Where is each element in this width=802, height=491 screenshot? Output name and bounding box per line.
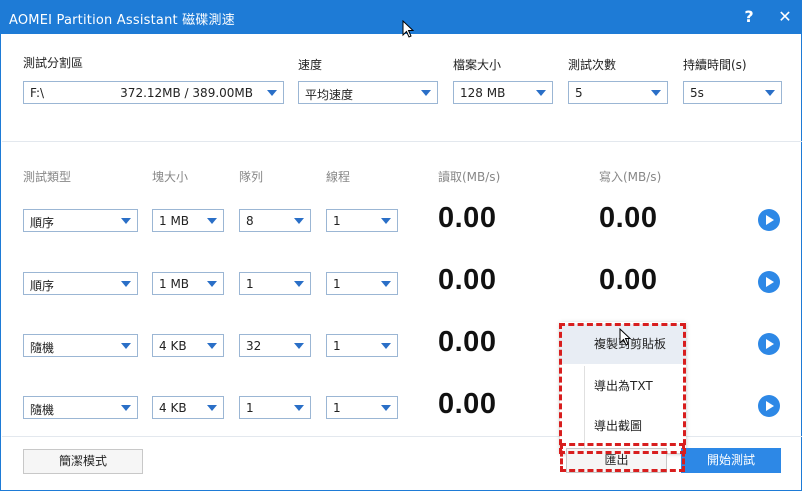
queue-value: 8 (246, 214, 254, 228)
header-type: 測試類型 (23, 170, 72, 184)
chevron-down-icon (381, 405, 391, 411)
duration-select[interactable]: 5s (683, 81, 782, 104)
chevron-down-icon (267, 90, 277, 96)
speed-value: 平均速度 (305, 88, 354, 102)
menu-item-export-screenshot[interactable]: 導出截圖 (560, 406, 686, 446)
mouse-cursor-icon (402, 20, 414, 38)
window-title: AOMEI Partition Assistant 磁碟測速 (9, 13, 235, 28)
row3-play-icon[interactable] (758, 333, 780, 355)
chevron-down-icon (294, 281, 304, 287)
row2-thread-select[interactable]: 1 (326, 272, 398, 295)
row1-block-select[interactable]: 1 MB (152, 209, 224, 232)
queue-value: 1 (246, 401, 254, 415)
thread-value: 1 (333, 214, 341, 228)
row2-block-select[interactable]: 1 MB (152, 272, 224, 295)
chevron-down-icon (294, 343, 304, 349)
chevron-down-icon (651, 90, 661, 96)
chevron-down-icon (121, 218, 131, 224)
row3-queue-select[interactable]: 32 (239, 334, 311, 357)
chevron-down-icon (294, 405, 304, 411)
chevron-down-icon (381, 218, 391, 224)
row3-read-value: 0.00 (438, 326, 497, 358)
chevron-down-icon (421, 90, 431, 96)
chevron-down-icon (381, 281, 391, 287)
chevron-down-icon (536, 90, 546, 96)
chevron-down-icon (121, 281, 131, 287)
header-write: 寫入(MB/s) (599, 170, 662, 184)
export-button[interactable]: 匯出 (566, 448, 667, 473)
filesize-label: 檔案大小 (453, 58, 502, 72)
chevron-down-icon (207, 343, 217, 349)
speed-select[interactable]: 平均速度 (298, 81, 438, 104)
simple-mode-button[interactable]: 簡潔模式 (23, 449, 143, 474)
row3-block-select[interactable]: 4 KB (152, 334, 224, 357)
duration-label: 持續時間(s) (683, 58, 747, 72)
row1-write-value: 0.00 (599, 202, 658, 234)
row1-play-icon[interactable] (758, 209, 780, 231)
row2-queue-select[interactable]: 1 (239, 272, 311, 295)
menu-separator (584, 366, 585, 450)
partition-label: 測試分割區 (23, 56, 84, 70)
chevron-down-icon (207, 218, 217, 224)
mouse-cursor-icon (619, 328, 631, 346)
header-thread: 線程 (326, 170, 351, 184)
header-read: 讀取(MB/s) (438, 170, 501, 184)
block-value: 4 KB (159, 401, 187, 415)
disk-speed-window: AOMEI Partition Assistant 磁碟測速 ? ✕ 測試分割區… (0, 0, 802, 491)
row2-play-icon[interactable] (758, 271, 780, 293)
start-test-button[interactable]: 開始測試 (681, 448, 781, 473)
count-label: 測試次數 (568, 58, 617, 72)
count-value: 5 (575, 86, 583, 100)
row4-read-value: 0.00 (438, 388, 497, 420)
close-icon[interactable]: ✕ (773, 5, 797, 29)
block-value: 1 MB (159, 214, 190, 228)
type-value: 順序 (30, 216, 55, 230)
block-value: 1 MB (159, 277, 190, 291)
row3-thread-select[interactable]: 1 (326, 334, 398, 357)
count-select[interactable]: 5 (568, 81, 668, 104)
row1-type-select[interactable]: 順序 (23, 209, 138, 232)
row2-read-value: 0.00 (438, 264, 497, 296)
chevron-down-icon (207, 281, 217, 287)
row2-write-value: 0.00 (599, 264, 658, 296)
thread-value: 1 (333, 277, 341, 291)
help-icon[interactable]: ? (737, 5, 761, 29)
chevron-down-icon (765, 90, 775, 96)
row4-block-select[interactable]: 4 KB (152, 396, 224, 419)
duration-value: 5s (690, 86, 704, 100)
thread-value: 1 (333, 339, 341, 353)
partition-size: 372.12MB / 389.00MB (120, 86, 253, 100)
chevron-down-icon (381, 343, 391, 349)
queue-value: 32 (246, 339, 262, 353)
row4-type-select[interactable]: 隨機 (23, 396, 138, 419)
type-value: 隨機 (30, 341, 55, 355)
row1-read-value: 0.00 (438, 202, 497, 234)
thread-value: 1 (333, 401, 341, 415)
row1-queue-select[interactable]: 8 (239, 209, 311, 232)
type-value: 隨機 (30, 403, 55, 417)
filesize-select[interactable]: 128 MB (453, 81, 553, 104)
row4-queue-select[interactable]: 1 (239, 396, 311, 419)
filesize-value: 128 MB (460, 86, 506, 100)
partition-select[interactable]: F:\ 372.12MB / 389.00MB (23, 81, 284, 104)
menu-item-export-txt[interactable]: 導出為TXT (560, 366, 686, 406)
row3-type-select[interactable]: 隨機 (23, 334, 138, 357)
divider (2, 141, 802, 142)
row4-thread-select[interactable]: 1 (326, 396, 398, 419)
partition-drive: F:\ (30, 86, 45, 100)
speed-label: 速度 (298, 58, 323, 72)
chevron-down-icon (207, 405, 217, 411)
header-block: 塊大小 (152, 170, 189, 184)
type-value: 順序 (30, 279, 55, 293)
row4-play-icon[interactable] (758, 395, 780, 417)
queue-value: 1 (246, 277, 254, 291)
row1-thread-select[interactable]: 1 (326, 209, 398, 232)
row2-type-select[interactable]: 順序 (23, 272, 138, 295)
header-queue: 隊列 (239, 170, 264, 184)
block-value: 4 KB (159, 339, 187, 353)
chevron-down-icon (121, 405, 131, 411)
chevron-down-icon (294, 218, 304, 224)
chevron-down-icon (121, 343, 131, 349)
